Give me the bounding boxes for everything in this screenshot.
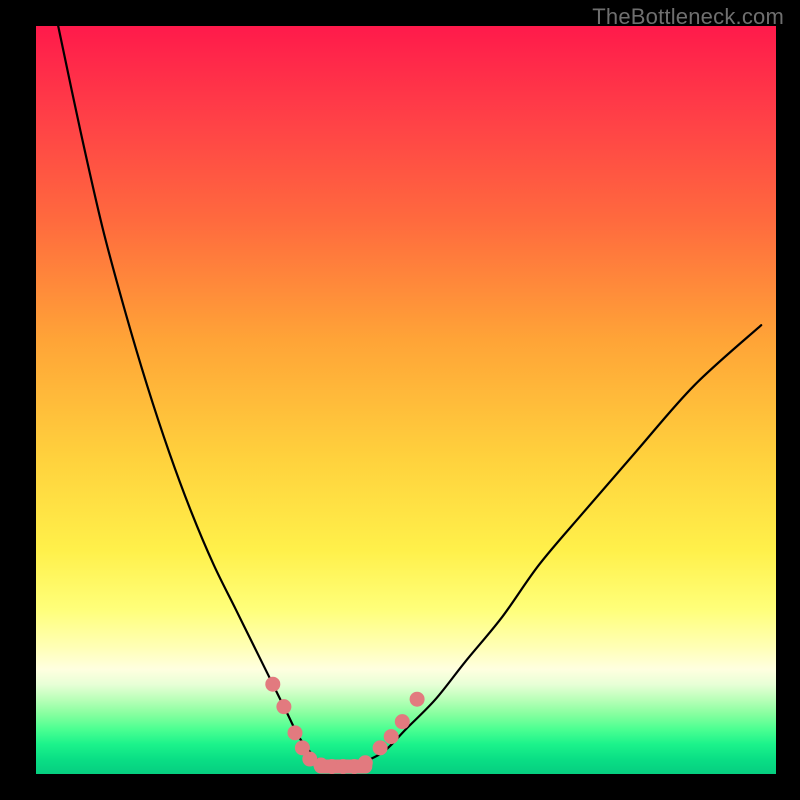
curve-marker: [288, 725, 303, 740]
bottleneck-curve-path: [58, 26, 761, 767]
chart-frame: TheBottleneck.com: [0, 0, 800, 800]
curve-marker: [373, 740, 388, 755]
curve-markers: [265, 677, 424, 774]
plot-area: [36, 26, 776, 774]
curve-marker: [276, 699, 291, 714]
curve-marker: [384, 729, 399, 744]
watermark-text: TheBottleneck.com: [592, 4, 784, 30]
curve-marker: [410, 692, 425, 707]
curve-marker: [265, 677, 280, 692]
curve-marker: [358, 755, 373, 770]
curve-layer: [36, 26, 776, 774]
curve-marker: [395, 714, 410, 729]
